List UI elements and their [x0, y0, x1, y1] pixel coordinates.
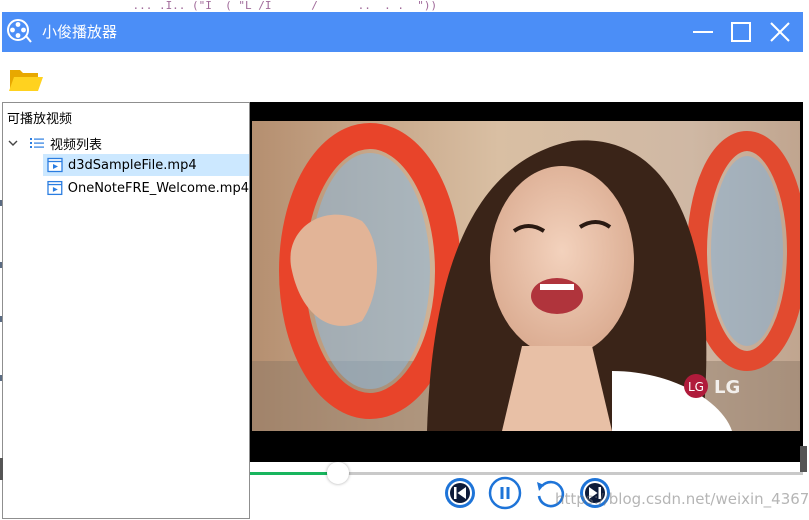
pause-button[interactable]	[488, 476, 522, 510]
watermark-text: https://blog.csdn.net/weixin_43676892	[555, 490, 809, 508]
list-icon	[30, 138, 44, 148]
window-title: 小俊播放器	[42, 23, 118, 41]
sidebar-header: 可播放视频	[7, 112, 73, 127]
video-file-icon	[47, 180, 63, 196]
previous-icon	[445, 478, 475, 508]
video-file-icon	[47, 157, 63, 173]
pause-icon	[488, 476, 522, 510]
minimize-icon	[693, 31, 713, 33]
progress-knob[interactable]	[327, 462, 350, 484]
video-frame: LG LG	[252, 121, 800, 431]
toolbar	[2, 52, 803, 102]
minimize-button[interactable]	[685, 14, 721, 50]
progress-bar[interactable]	[250, 462, 803, 484]
tree-item-label: OneNoteFRE_Welcome.mp4	[67, 180, 249, 196]
tree-item-video[interactable]: d3dSampleFile.mp4	[43, 154, 249, 176]
maximize-button[interactable]	[723, 14, 759, 50]
previous-button[interactable]	[443, 476, 477, 510]
title-bar[interactable]: 小俊播放器	[2, 12, 803, 52]
video-display[interactable]: LG LG	[250, 102, 803, 462]
video-logo-text: LG	[714, 377, 740, 398]
tree-item-label: d3dSampleFile.mp4	[68, 157, 197, 173]
background-code-snippet: ... .I.. ("I ( "L /I / .. . . "))	[0, 0, 438, 12]
tree-item-video[interactable]: OneNoteFRE_Welcome.mp4	[43, 177, 249, 199]
tree-group-label: 视频列表	[50, 137, 103, 153]
video-logo-text: LG	[688, 380, 704, 394]
player-window: 小俊播放器 可播放视频 视频列表 d3dSampleFile.mp4 OneNo…	[2, 12, 803, 520]
background-strip	[800, 446, 807, 472]
chevron-down-icon[interactable]	[7, 137, 19, 149]
folder-open-icon[interactable]	[8, 64, 44, 94]
maximize-icon	[731, 22, 751, 42]
video-list-panel: 可播放视频 视频列表 d3dSampleFile.mp4 OneNoteFRE_…	[2, 102, 250, 519]
close-button[interactable]	[762, 14, 798, 50]
film-reel-icon	[7, 19, 32, 43]
progress-fill	[250, 472, 339, 475]
background-strip	[0, 458, 3, 480]
close-icon	[770, 22, 790, 42]
tree-group-video-list[interactable]: 视频列表	[7, 132, 247, 154]
